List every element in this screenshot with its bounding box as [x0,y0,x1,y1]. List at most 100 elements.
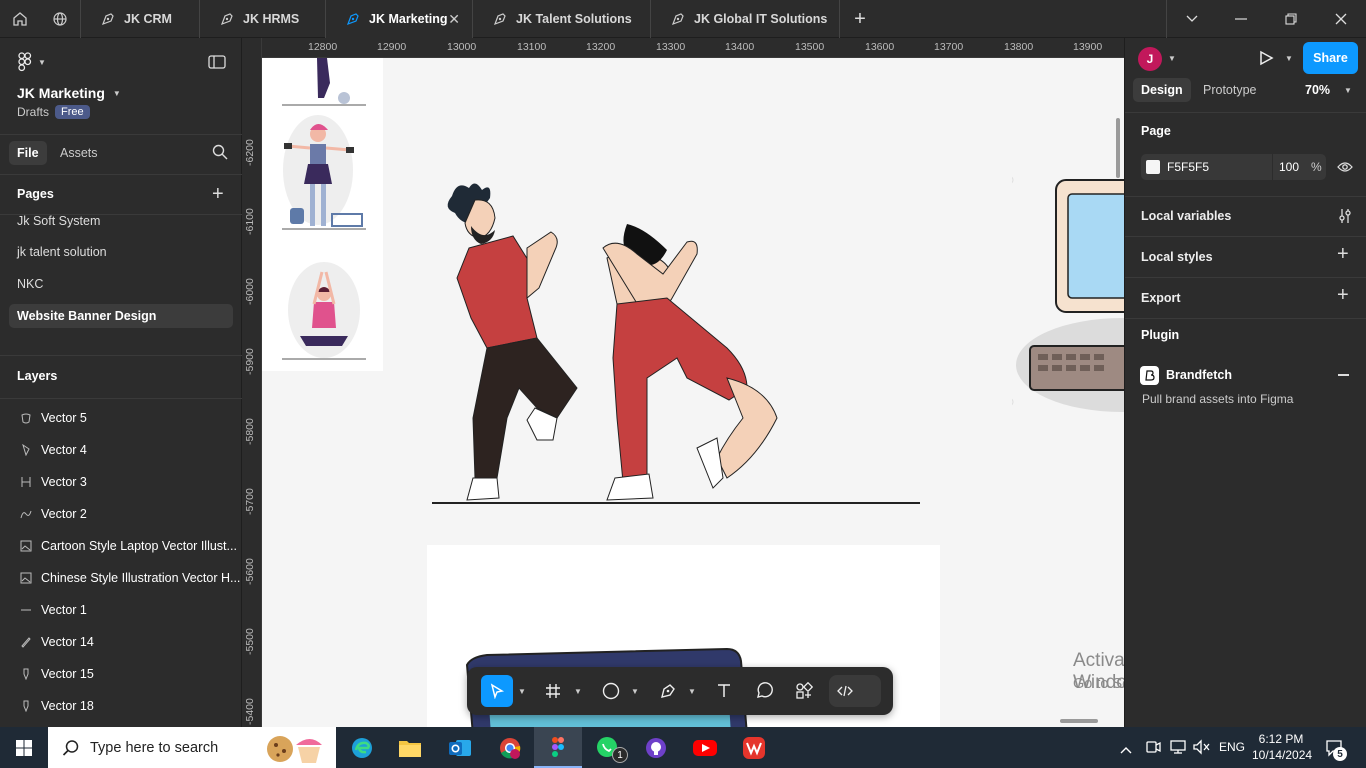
windows-start-icon[interactable] [0,727,48,768]
tab-jk-global-it[interactable]: JK Global IT Solutions [650,0,840,38]
fill-hex-input[interactable]: F5F5F5 [1167,160,1209,174]
chevron-down-icon[interactable]: ▼ [688,687,696,696]
layer-item[interactable]: Vector 2 [20,507,87,521]
layer-item[interactable]: Chinese Style Illustration Vector H... [20,571,240,585]
layer-item[interactable]: Vector 15 [20,667,94,681]
tab-assets[interactable]: Assets [60,141,98,165]
page-fill-field[interactable]: F5F5F5 100 % [1141,154,1326,180]
globe-icon[interactable] [40,0,80,38]
tab-jk-marketing[interactable]: JK Marketing ✕ [325,0,472,38]
export-label[interactable]: Export [1141,291,1181,305]
notifications-icon[interactable]: 5 [1325,739,1347,762]
frame-tool-icon[interactable] [537,675,569,707]
chevron-down-icon[interactable]: ▼ [574,687,582,696]
vertical-scrollbar[interactable] [1116,118,1120,178]
comment-tool-icon[interactable] [748,675,780,707]
chevron-down-icon[interactable]: ▼ [518,687,526,696]
move-tool-cursor-icon[interactable] [481,675,513,707]
pen-tool-icon[interactable] [652,675,684,707]
github-icon[interactable] [632,727,680,768]
fitness-illustration-frame[interactable] [262,58,383,371]
close-icon[interactable]: ✕ [448,11,460,28]
wps-office-icon[interactable] [730,727,778,768]
horizontal-scrollbar[interactable] [1060,719,1098,723]
image-icon [20,540,32,552]
network-icon[interactable] [1169,739,1187,760]
design-canvas[interactable]: ▼ ▼ ▼ ▼ Activate Windows Go to Settings … [242,38,1124,727]
actions-tool-icon[interactable] [788,675,820,707]
chevron-down-icon[interactable]: ▼ [1168,54,1176,63]
zoom-level[interactable]: 70% [1305,78,1330,102]
tab-jk-talent-solutions[interactable]: JK Talent Solutions [472,0,650,38]
ellipse-tool-icon[interactable] [595,675,627,707]
chevron-down-icon[interactable] [1166,0,1216,38]
local-variables-label[interactable]: Local variables [1141,209,1231,223]
tab-design[interactable]: Design [1133,78,1191,102]
layer-item[interactable]: Vector 4 [20,443,87,457]
chevron-down-icon[interactable]: ▼ [631,687,639,696]
layer-item[interactable]: Cartoon Style Laptop Vector Illust... [20,539,237,553]
plugin-name[interactable]: Brandfetch [1166,368,1232,382]
minimize-icon[interactable] [1216,0,1266,38]
pen-vector-icon [21,413,31,424]
chevron-up-icon[interactable] [1120,741,1132,759]
layer-item[interactable]: Vector 18 [20,699,94,713]
volume-muted-icon[interactable] [1192,739,1210,760]
outlook-icon[interactable] [436,727,484,768]
chevron-down-icon[interactable]: ▼ [1285,54,1293,63]
local-styles-label[interactable]: Local styles [1141,250,1213,264]
main-menu-button[interactable]: ▼ [18,52,46,72]
home-icon[interactable] [0,0,40,38]
search-icon[interactable] [212,144,228,165]
file-name-button[interactable]: JK Marketing ▼ [17,85,121,101]
meet-now-icon[interactable] [1145,739,1161,760]
avatar[interactable]: J [1138,47,1162,71]
tab-file[interactable]: File [9,141,47,165]
page-item-jk-talent-solution[interactable]: jk talent solution [17,245,107,259]
layer-label: Vector 1 [41,603,87,617]
variables-settings-icon[interactable] [1337,208,1353,229]
eye-icon[interactable] [1337,160,1353,178]
dev-mode-toggle[interactable] [829,675,881,707]
tab-prototype[interactable]: Prototype [1203,78,1257,102]
restore-icon[interactable] [1266,0,1316,38]
layer-item[interactable]: Vector 1 [20,603,87,617]
path-icon [21,477,31,487]
chrome-icon[interactable] [486,727,534,768]
page-item-jk-soft-system[interactable]: Jk Soft System [17,214,100,228]
sidebar-toggle-icon[interactable] [208,55,226,74]
fill-opacity-input[interactable]: 100 [1279,160,1299,174]
drafts-link[interactable]: Drafts [17,105,49,119]
layer-item[interactable]: Vector 14 [20,635,94,649]
whatsapp-icon[interactable]: 1 [584,727,632,768]
color-swatch[interactable] [1146,160,1160,174]
add-style-plus-icon[interactable]: + [1337,243,1349,266]
taskbar-search-box[interactable]: Type here to search [48,727,336,768]
youtube-icon[interactable] [681,727,729,768]
text-tool-icon[interactable] [708,675,740,707]
vertical-ruler: -6200 -6100 -6000 -5900 -5800 -5700 -560… [242,38,262,727]
present-play-icon[interactable] [1258,50,1274,71]
window-close-icon[interactable] [1316,0,1366,38]
language-indicator[interactable]: ENG [1219,740,1245,754]
pen-vector-icon [22,444,30,456]
tab-jk-hrms[interactable]: JK HRMS [199,0,325,38]
edge-browser-icon[interactable] [338,727,386,768]
clock[interactable]: 6:12 PM 10/14/2024 [1252,731,1312,763]
page-item-website-banner-design[interactable]: Website Banner Design [9,304,233,328]
page-item-nkc[interactable]: NKC [17,277,43,291]
layer-item[interactable]: Vector 5 [20,411,87,425]
layer-item[interactable]: Vector 3 [20,475,87,489]
tab-jk-crm[interactable]: JK CRM [80,0,199,38]
add-export-plus-icon[interactable]: + [1337,284,1349,307]
figma-taskbar-icon[interactable] [534,727,582,768]
add-page-plus-icon[interactable]: + [212,183,224,206]
whatsapp-badge: 1 [612,747,628,763]
share-button[interactable]: Share [1303,42,1358,74]
file-explorer-icon[interactable] [386,727,434,768]
chevron-down-icon[interactable]: ▼ [1344,86,1352,95]
new-tab-plus-icon[interactable]: + [840,0,880,38]
collapse-minus-icon[interactable] [1338,374,1349,376]
computer-illustration[interactable] [1012,168,1124,458]
dancers-illustration[interactable] [427,178,927,508]
